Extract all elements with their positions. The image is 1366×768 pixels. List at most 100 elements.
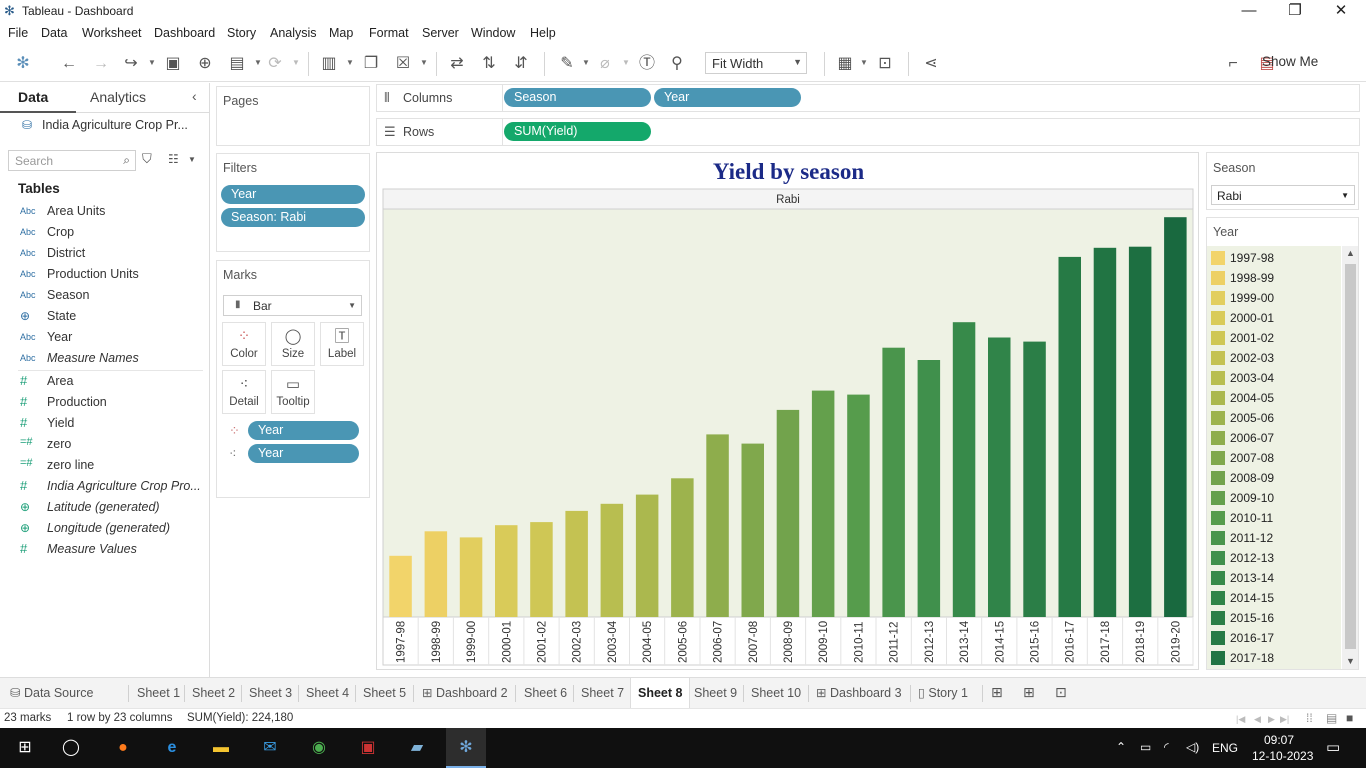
sheet-sorter-icon[interactable]: ⁞⁞ bbox=[1306, 711, 1313, 725]
legend-item[interactable]: 2009-10 bbox=[1210, 488, 1340, 508]
bar-2017-18[interactable] bbox=[1093, 247, 1117, 618]
field-production[interactable]: # Production bbox=[0, 393, 205, 413]
legend-item[interactable]: 1997-98 bbox=[1210, 248, 1340, 268]
edge-icon[interactable]: e bbox=[159, 736, 185, 760]
new-worksheet-dropdown-icon[interactable]: ▼ bbox=[346, 58, 354, 67]
legend-scrollbar[interactable]: ▲ ▼ bbox=[1342, 246, 1358, 669]
fix-axes-icon[interactable]: ⚲ bbox=[666, 54, 688, 74]
duplicate-sheet-icon[interactable]: ❐ bbox=[360, 54, 382, 74]
tab-analytics[interactable]: Analytics bbox=[90, 89, 146, 105]
field-season[interactable]: Abc Season bbox=[0, 286, 205, 306]
highlight-icon[interactable]: ✎ bbox=[556, 54, 578, 74]
notifications-icon[interactable]: ▭ bbox=[1326, 738, 1340, 756]
bar-2000-01[interactable] bbox=[495, 525, 518, 617]
legend-item[interactable]: 2013-14 bbox=[1210, 568, 1340, 588]
legend-item[interactable]: 2016-17 bbox=[1210, 628, 1340, 648]
menu-analysis[interactable]: Analysis bbox=[270, 26, 317, 40]
bar-2019-20[interactable] bbox=[1164, 217, 1187, 617]
tab-sheet-8[interactable]: Sheet 8 bbox=[630, 678, 691, 708]
search-field[interactable]: ⌕ bbox=[8, 150, 136, 171]
show-mark-labels-icon[interactable]: Ⓣ bbox=[636, 54, 658, 74]
bar-2003-04[interactable] bbox=[600, 503, 624, 617]
maximize-button[interactable]: ❐ bbox=[1272, 0, 1318, 22]
legend-item[interactable]: 2014-15 bbox=[1210, 588, 1340, 608]
legend-item[interactable]: 2008-09 bbox=[1210, 468, 1340, 488]
columns-pill-season[interactable]: Season bbox=[504, 88, 651, 107]
tab-sheet-3[interactable]: Sheet 3 bbox=[249, 678, 292, 708]
tab-data[interactable]: Data bbox=[18, 89, 48, 105]
minimize-button[interactable]: — bbox=[1226, 0, 1272, 22]
tab-story-1[interactable]: ▯ Story 1 bbox=[918, 678, 968, 708]
refresh-dropdown-icon[interactable]: ▼ bbox=[292, 58, 300, 67]
bar-2008-09[interactable] bbox=[776, 409, 800, 617]
field-longitude[interactable]: ⊕ Longitude (generated) bbox=[0, 519, 205, 539]
bar-2002-03[interactable] bbox=[565, 510, 588, 617]
view-options-icon[interactable]: ☷ bbox=[168, 152, 179, 166]
label-button[interactable]: 🅃 Label bbox=[320, 322, 364, 366]
field-state[interactable]: ⊕ State bbox=[0, 307, 205, 327]
marks-pill-year-color[interactable]: Year bbox=[248, 421, 359, 440]
volume-icon[interactable]: ◁) bbox=[1186, 740, 1199, 754]
new-worksheet-icon[interactable]: ⊞ bbox=[991, 684, 1003, 701]
language-indicator[interactable]: ENG bbox=[1212, 741, 1238, 755]
scroll-up-icon[interactable]: ▲ bbox=[1346, 248, 1355, 258]
field-latitude[interactable]: ⊕ Latitude (generated) bbox=[0, 498, 205, 518]
tableau-taskbar-button[interactable]: ✻ bbox=[446, 728, 486, 768]
legend-item[interactable]: 1998-99 bbox=[1210, 268, 1340, 288]
collapse-pane-icon[interactable]: ‹ bbox=[192, 88, 197, 104]
bar-1997-98[interactable] bbox=[389, 555, 412, 617]
new-dashboard-icon[interactable]: ⊞ bbox=[1023, 684, 1035, 701]
tableau-home-icon[interactable]: ✻ bbox=[12, 54, 34, 74]
nav-prev-icon[interactable]: ◀ bbox=[1254, 714, 1261, 725]
tab-dashboard-3[interactable]: ⊞ Dashboard 3 bbox=[816, 678, 902, 708]
clear-sheet-icon[interactable]: ☒ bbox=[392, 54, 414, 74]
field-crop[interactable]: Abc Crop bbox=[0, 223, 205, 243]
menu-map[interactable]: Map bbox=[329, 26, 353, 40]
sort-descending-icon[interactable]: ⇵ bbox=[510, 54, 532, 74]
detail-button[interactable]: ⁖ Detail bbox=[222, 370, 266, 414]
legend-item[interactable]: 2004-05 bbox=[1210, 388, 1340, 408]
legend-item[interactable]: 2001-02 bbox=[1210, 328, 1340, 348]
field-measure-values[interactable]: # Measure Values bbox=[0, 540, 205, 560]
tab-sheet-10[interactable]: Sheet 10 bbox=[751, 678, 801, 708]
chrome-icon[interactable]: ◉ bbox=[306, 736, 332, 760]
bar-2014-15[interactable] bbox=[988, 337, 1011, 618]
menu-format[interactable]: Format bbox=[369, 26, 409, 40]
tab-sheet-1[interactable]: Sheet 1 bbox=[137, 678, 180, 708]
highlight-dropdown-icon[interactable]: ▼ bbox=[582, 58, 590, 67]
tray-overflow-icon[interactable]: ⌃ bbox=[1116, 740, 1126, 754]
legend-item[interactable]: 2010-11 bbox=[1210, 508, 1340, 528]
filmstrip-icon[interactable]: ▤ bbox=[1326, 711, 1337, 725]
legend-item[interactable]: 2012-13 bbox=[1210, 548, 1340, 568]
tab-sheet-6[interactable]: Sheet 6 bbox=[524, 678, 567, 708]
presentation-mode-icon[interactable]: ⊡ bbox=[874, 54, 896, 74]
color-button[interactable]: ⁘ Color bbox=[222, 322, 266, 366]
redo-icon[interactable]: → bbox=[90, 54, 112, 74]
field-zero-line[interactable]: =# zero line bbox=[0, 456, 205, 476]
field-district[interactable]: Abc District bbox=[0, 244, 205, 264]
replay-dropdown-icon[interactable]: ▼ bbox=[148, 58, 156, 67]
menu-help[interactable]: Help bbox=[530, 26, 556, 40]
scrollbar-thumb[interactable] bbox=[1345, 264, 1356, 649]
fit-width-select[interactable]: Fit Width ▼ bbox=[705, 52, 807, 74]
view-dropdown-icon[interactable]: ▼ bbox=[188, 155, 196, 164]
legend-item[interactable]: 2000-01 bbox=[1210, 308, 1340, 328]
clear-dropdown-icon[interactable]: ▼ bbox=[420, 58, 428, 67]
search-input[interactable] bbox=[9, 151, 117, 170]
menu-worksheet[interactable]: Worksheet bbox=[82, 26, 142, 40]
bar-2012-13[interactable] bbox=[917, 360, 941, 617]
rows-pill-sum-yield[interactable]: SUM(Yield) bbox=[504, 122, 651, 141]
menu-story[interactable]: Story bbox=[227, 26, 256, 40]
legend-item[interactable]: 2017-18 bbox=[1210, 648, 1340, 668]
windows-start-icon[interactable]: ⊞ bbox=[12, 736, 38, 760]
scroll-down-icon[interactable]: ▼ bbox=[1346, 656, 1355, 666]
columns-pill-year[interactable]: Year bbox=[654, 88, 801, 107]
bar-2011-12[interactable] bbox=[882, 347, 905, 617]
datasource-name[interactable]: India Agriculture Crop Pr... bbox=[42, 118, 188, 132]
tooltip-button[interactable]: ▭ Tooltip bbox=[271, 370, 315, 414]
nav-first-icon[interactable]: |◀ bbox=[1236, 714, 1245, 725]
legend-item[interactable]: 2015-16 bbox=[1210, 608, 1340, 628]
season-dropdown[interactable]: Rabi ▼ bbox=[1211, 185, 1355, 205]
bar-2001-02[interactable] bbox=[530, 522, 553, 617]
field-record-count[interactable]: # India Agriculture Crop Pro... bbox=[0, 477, 205, 497]
